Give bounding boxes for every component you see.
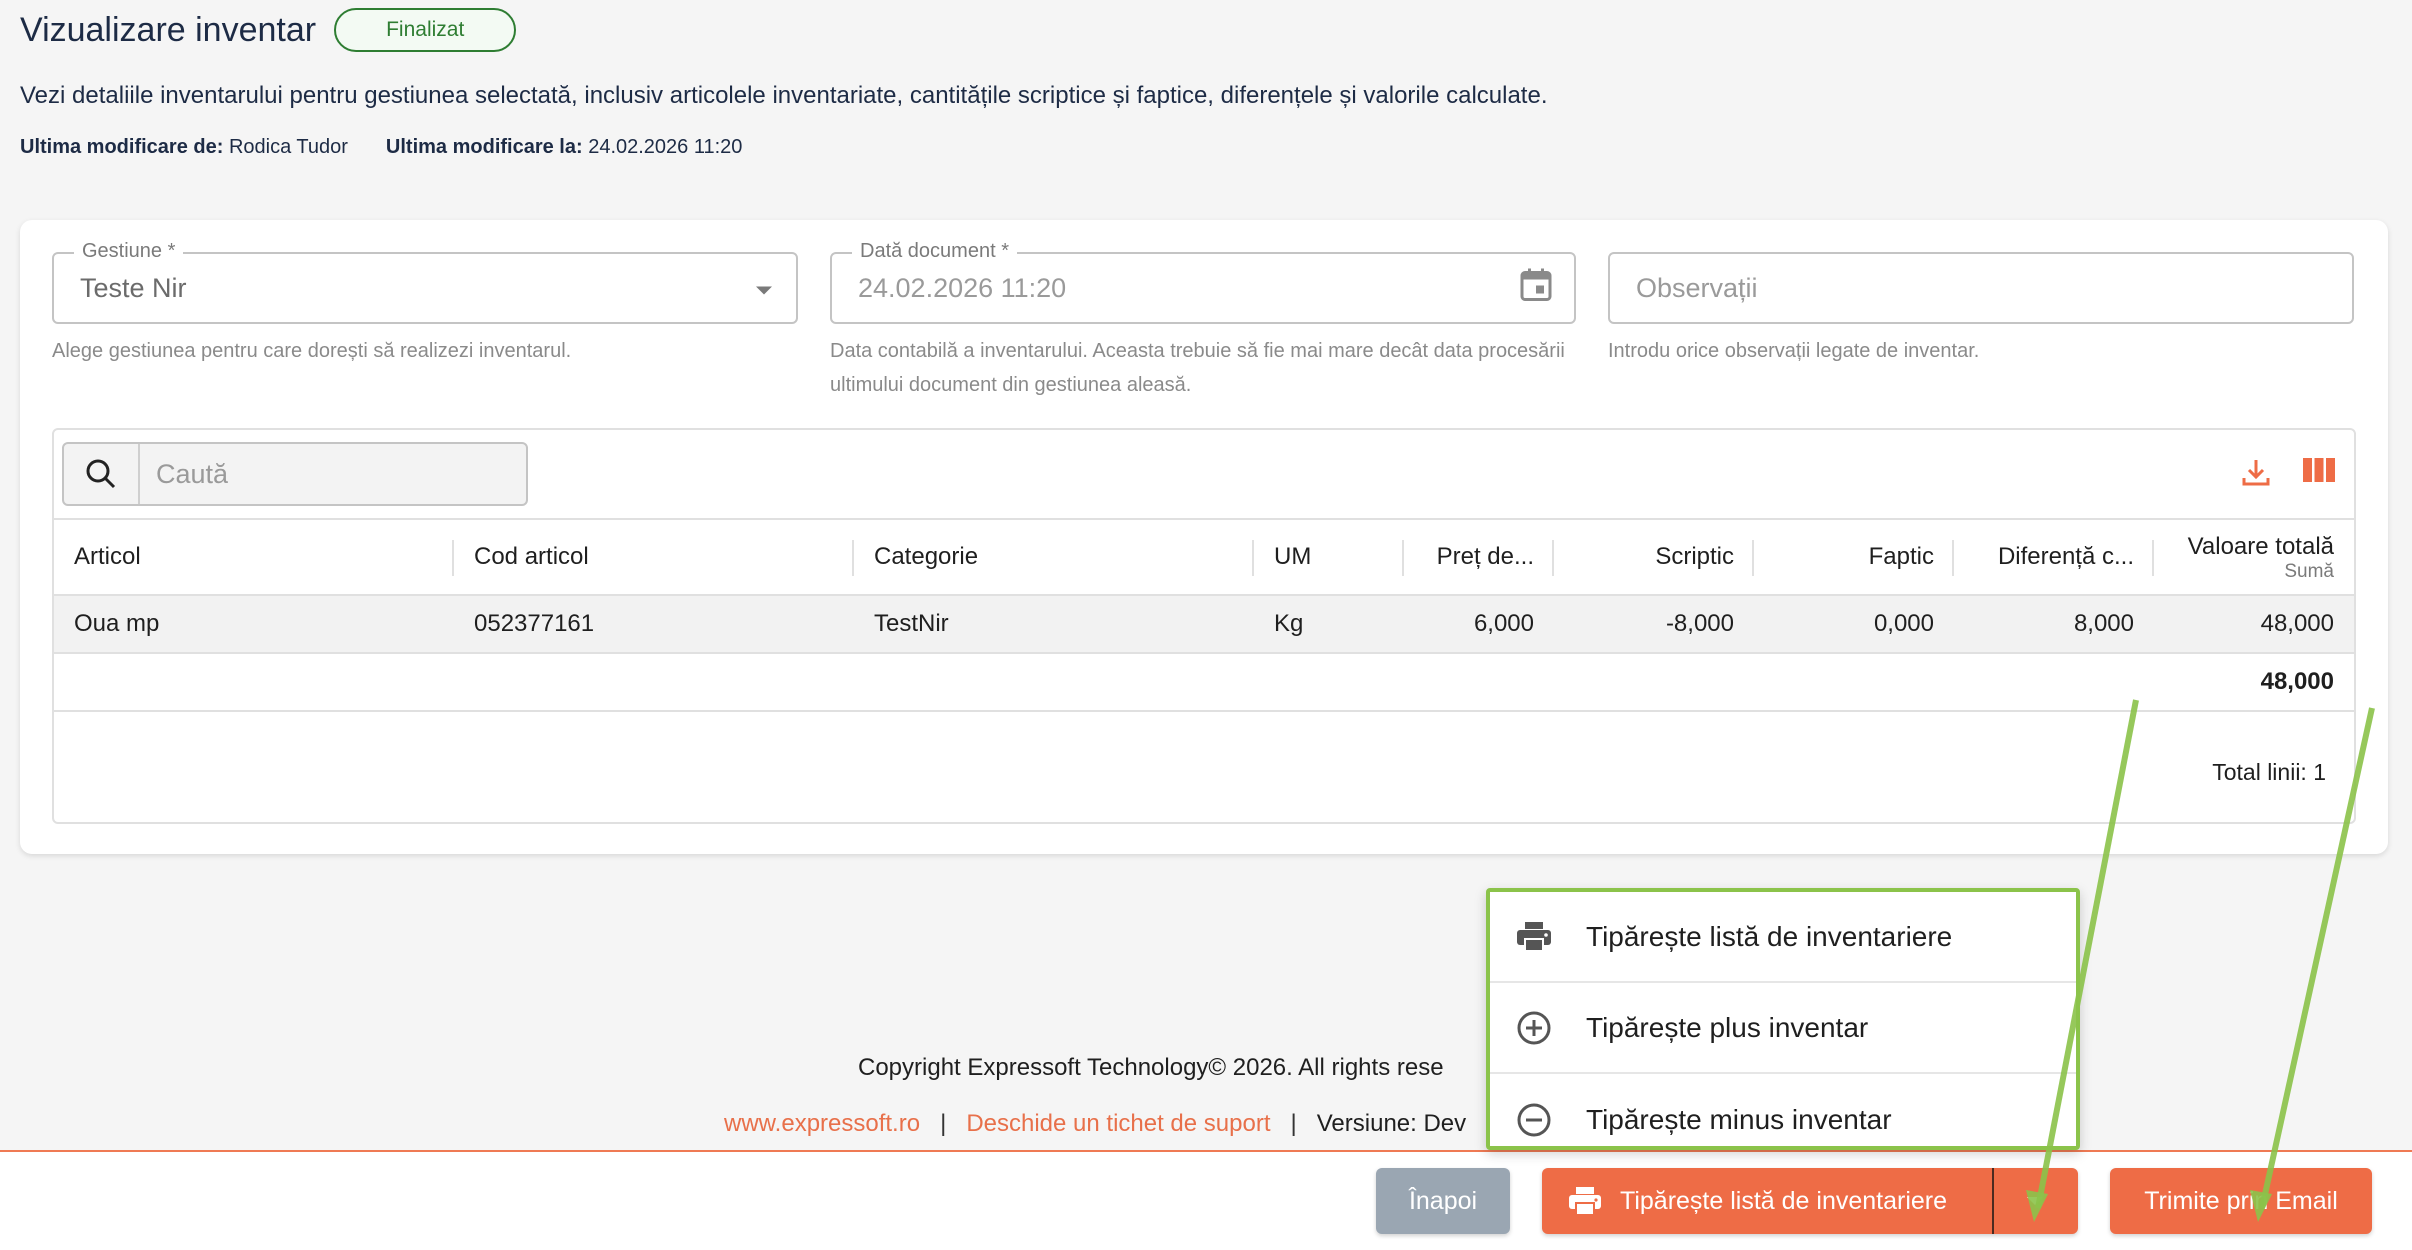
col-um[interactable]: UM	[1254, 520, 1404, 594]
menu-item-label: Tipărește minus inventar	[1586, 1103, 1892, 1135]
columns-icon[interactable]	[2302, 456, 2336, 493]
menu-item-print-minus[interactable]: Tipărește minus inventar	[1490, 1074, 2076, 1165]
gestiune-help: Alege gestiunea pentru care dorești să r…	[52, 340, 572, 362]
data-document-field: Dată document * 24.02.2026 11:20 Data co…	[830, 240, 1576, 402]
chevron-down-icon[interactable]	[754, 273, 774, 304]
print-button[interactable]: Tipărește listă de inventariere	[1542, 1168, 1994, 1234]
link-divider: |	[1290, 1110, 1297, 1137]
printer-icon	[1569, 1187, 1601, 1216]
copyright-text: Copyright Expressoft Technology© 2026. A…	[858, 1054, 1444, 1081]
site-link[interactable]: www.expressoft.ro	[724, 1110, 920, 1138]
col-valoare-totala[interactable]: Valoare totală Sumă	[2154, 520, 2354, 594]
col-scriptic[interactable]: Scriptic	[1554, 520, 1754, 594]
status-badge: Finalizat	[334, 8, 517, 52]
link-divider: |	[940, 1110, 947, 1137]
menu-item-print-plus[interactable]: Tipărește plus inventar	[1490, 983, 2076, 1074]
page-description: Vezi detaliile inventarului pentru gesti…	[20, 82, 1548, 109]
gestiune-select[interactable]: Gestiune * Teste Nir	[52, 240, 798, 324]
table-total-row: 48,000	[54, 654, 2354, 712]
col-diferenta[interactable]: Diferență c...	[1954, 520, 2154, 594]
observatii-field: Introdu orice observații legate de inven…	[1608, 252, 2354, 368]
search-icon	[64, 444, 140, 504]
cell-diferenta: 8,000	[2073, 610, 2134, 637]
cell-categorie: TestNir	[874, 610, 949, 637]
observatii-input[interactable]	[1610, 254, 2352, 322]
modified-by: Ultima modificare de: Rodica Tudor	[20, 136, 348, 158]
col-pret[interactable]: Preț de...	[1404, 520, 1554, 594]
inventory-card: Gestiune * Teste Nir Alege gestiunea pen…	[20, 220, 2388, 854]
col-faptic[interactable]: Faptic	[1754, 520, 1954, 594]
menu-item-label: Tipărește plus inventar	[1586, 1011, 1869, 1043]
modification-meta: Ultima modificare de: Rodica Tudor Ultim…	[20, 136, 742, 159]
plus-circle-icon	[1517, 1011, 1551, 1044]
cell-valoare-totala: 48,000	[2260, 610, 2334, 637]
cell-scriptic: -8,000	[1665, 610, 1734, 637]
gestiune-field: Gestiune * Teste Nir Alege gestiunea pen…	[52, 240, 798, 368]
col-categorie[interactable]: Categorie	[854, 520, 1254, 594]
menu-item-label: Tipărește listă de inventariere	[1586, 920, 1953, 952]
cell-um: Kg	[1274, 610, 1304, 637]
print-split-button: Tipărește listă de inventariere	[1542, 1168, 2078, 1234]
col-valoare-totala-label: Valoare totală	[2187, 533, 2334, 560]
print-menu-toggle[interactable]	[1994, 1168, 2076, 1234]
version-text: Versiune: Dev	[1316, 1110, 1467, 1137]
send-email-button[interactable]: Trimite prin Email	[2110, 1168, 2372, 1234]
menu-item-print-list[interactable]: Tipărește listă de inventariere	[1490, 892, 2076, 983]
total-value: 48,000	[2260, 668, 2334, 695]
cell-pret: 6,000	[1473, 610, 1534, 637]
download-icon[interactable]	[2240, 456, 2272, 493]
data-document-value: 24.02.2026 11:20	[858, 272, 1067, 303]
modified-at: Ultima modificare la: 24.02.2026 11:20	[385, 136, 743, 158]
observatii-input-box	[1608, 252, 2354, 324]
table-toolbar	[54, 430, 2354, 520]
page-title: Vizualizare inventar	[20, 10, 317, 49]
footer-links: www.expressoft.ro | Deschide un tichet d…	[724, 1110, 1466, 1138]
data-document-label: Dată document *	[852, 240, 1017, 263]
gestiune-label: Gestiune *	[74, 240, 184, 263]
print-button-label: Tipărește listă de inventariere	[1620, 1186, 1948, 1215]
table-header: Articol Cod articol Categorie UM Preț de…	[54, 520, 2354, 596]
printer-icon	[1517, 921, 1551, 952]
cell-articol: Oua mp	[74, 610, 160, 637]
search-input[interactable]	[140, 458, 500, 490]
data-document-input[interactable]: Dată document * 24.02.2026 11:20	[830, 240, 1576, 324]
support-ticket-link[interactable]: Deschide un tichet de suport	[966, 1110, 1270, 1138]
page-header: Vizualizare inventar Finalizat	[20, 8, 517, 52]
gestiune-value: Teste Nir	[80, 272, 187, 303]
total-lines: Total linii: 1	[2212, 759, 2326, 785]
print-options-menu: Tipărește listă de inventariere Tipăreșt…	[1486, 888, 2080, 1150]
data-document-help: Data contabilă a inventarului. Aceasta t…	[830, 340, 1565, 396]
search-box	[62, 442, 528, 506]
col-valoare-totala-sub: Sumă	[2284, 561, 2334, 582]
inventory-table: Articol Cod articol Categorie UM Preț de…	[52, 428, 2356, 824]
observatii-help: Introdu orice observații legate de inven…	[1608, 340, 1980, 362]
col-cod-articol[interactable]: Cod articol	[454, 520, 854, 594]
cell-cod-articol: 052377161	[474, 610, 595, 637]
table-tools	[2240, 456, 2336, 493]
col-articol[interactable]: Articol	[54, 520, 454, 594]
calendar-icon[interactable]	[1520, 268, 1552, 309]
minus-circle-icon	[1517, 1103, 1551, 1136]
table-row[interactable]: Oua mp 052377161 TestNir Kg 6,000 -8,000…	[54, 596, 2354, 654]
back-button[interactable]: Înapoi	[1376, 1168, 1510, 1234]
chevron-down-icon	[2027, 1197, 2043, 1205]
cell-faptic: 0,000	[1873, 610, 1934, 637]
